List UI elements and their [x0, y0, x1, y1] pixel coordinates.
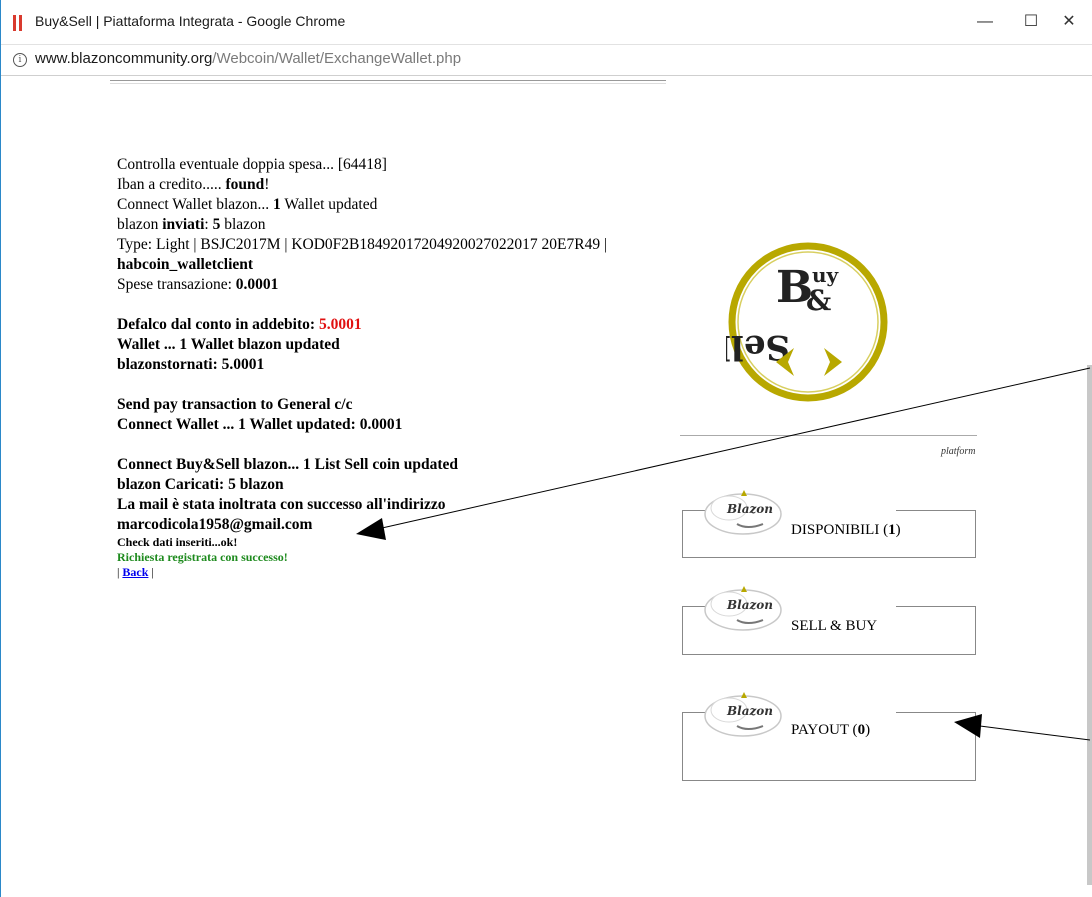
annotation-line	[979, 725, 1091, 741]
arrowhead-icon	[954, 714, 982, 738]
arrowhead-icon	[356, 518, 386, 540]
annotation-arrows	[356, 367, 1091, 741]
annotation-line	[381, 367, 1091, 529]
